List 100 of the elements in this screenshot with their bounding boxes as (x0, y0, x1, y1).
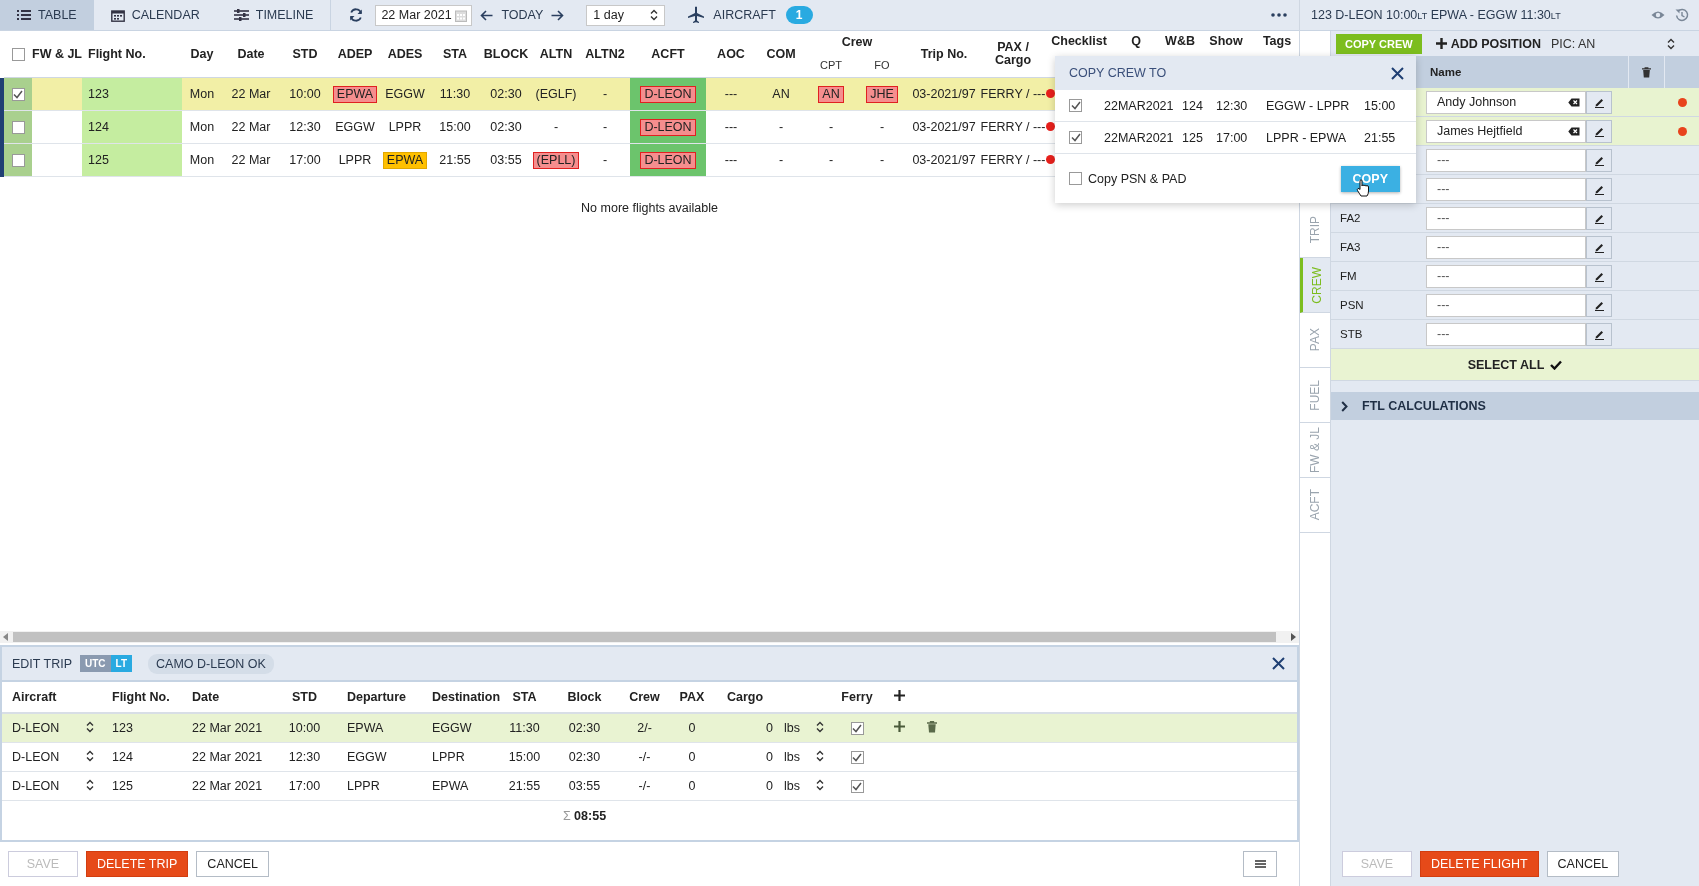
chevron-up-down-icon (650, 9, 659, 21)
flight-number: 125 (1182, 130, 1204, 145)
view-tab[interactable]: TIMELINE (216, 0, 331, 30)
close-icon[interactable] (1391, 66, 1404, 80)
column-header: Crew (629, 690, 660, 704)
crew-row[interactable]: STB --- (1331, 320, 1699, 349)
checkbox[interactable] (11, 154, 25, 168)
range-select[interactable]: 1 day (586, 4, 666, 26)
table-cell: 17:00 (272, 771, 337, 801)
edit-button[interactable] (1586, 148, 1612, 172)
table-cell: Mon (182, 110, 222, 144)
trash-icon[interactable] (927, 720, 937, 733)
chevron-up-down-icon[interactable] (85, 749, 94, 762)
name-field[interactable]: --- (1426, 235, 1586, 259)
edit-button[interactable] (1586, 322, 1612, 346)
checkbox[interactable] (1069, 172, 1082, 185)
scroll-left-icon[interactable] (3, 633, 9, 641)
scrollbar[interactable] (0, 631, 1299, 643)
position-label: FM (1340, 270, 1357, 282)
view-tab[interactable]: CALENDAR (93, 0, 217, 30)
name-field[interactable]: Andy Johnson (1426, 90, 1586, 114)
edit-button[interactable] (1586, 235, 1612, 259)
delete-button[interactable]: DELETE FLIGHT (1420, 851, 1539, 877)
table-cell: 12:30 (280, 110, 330, 144)
checkbox[interactable] (11, 88, 25, 102)
column-header: Date (237, 46, 265, 61)
action-button[interactable]: CANCEL (196, 851, 270, 877)
table-cell: FERRY / --- (980, 143, 1046, 177)
edit-button[interactable] (1586, 206, 1612, 230)
name-field[interactable]: --- (1426, 264, 1586, 288)
checkbox[interactable] (11, 47, 25, 61)
column-header: FO (874, 59, 890, 71)
add-position-button[interactable]: ADD POSITION (1435, 36, 1541, 51)
edit-button[interactable] (1586, 119, 1612, 143)
column-header: Cargo (727, 690, 764, 704)
edit-button[interactable] (1586, 90, 1612, 114)
check-icon (852, 724, 862, 734)
trash-icon[interactable] (1642, 66, 1651, 78)
delete-button[interactable]: DELETE TRIP (86, 851, 189, 877)
table-cell: 0 (717, 713, 777, 743)
table-cell: - (756, 143, 806, 177)
action-button[interactable]: CANCEL (1546, 851, 1620, 877)
chevron-up-down-icon[interactable] (85, 720, 94, 733)
table-cell: 12:30 (272, 742, 337, 772)
name-field[interactable]: --- (1426, 177, 1586, 201)
chevron-up-down-icon[interactable] (815, 720, 824, 733)
backspace-icon[interactable] (1568, 126, 1580, 136)
crew-row[interactable]: FM --- (1331, 262, 1699, 291)
plus-icon[interactable] (894, 721, 905, 732)
name-field[interactable]: --- (1426, 206, 1586, 230)
name-field[interactable]: --- (1426, 293, 1586, 317)
name-field[interactable]: --- (1426, 148, 1586, 172)
checkbox[interactable] (850, 751, 864, 765)
plus-icon[interactable] (894, 690, 905, 701)
select-all-button[interactable]: SELECT ALL (1331, 349, 1699, 381)
crew-row[interactable]: FA3 --- (1331, 233, 1699, 262)
table-cell: 123 (102, 713, 182, 743)
edit-button[interactable] (1586, 177, 1612, 201)
column-header: STD (292, 46, 318, 61)
refresh-icon[interactable] (349, 8, 364, 22)
total-label: Σ 08:55 (562, 809, 607, 823)
crew-row[interactable]: PSN --- (1331, 291, 1699, 320)
column-header: ACFT (651, 46, 685, 61)
chevron-up-down-icon[interactable] (1667, 37, 1676, 50)
ftl-calculations-header[interactable]: FTL CALCULATIONS (1331, 392, 1699, 420)
chevron-up-down-icon[interactable] (815, 749, 824, 762)
edit-button[interactable] (1586, 264, 1612, 288)
table-cell: EGGW (337, 742, 422, 772)
checkbox[interactable] (1069, 131, 1082, 144)
close-icon[interactable] (1272, 657, 1285, 670)
checkbox[interactable] (850, 780, 864, 794)
date-field[interactable]: 22 Mar 2021 (375, 4, 473, 26)
today-button[interactable]: TODAY (501, 8, 544, 22)
more-icon[interactable] (1271, 13, 1287, 17)
checkbox[interactable] (11, 121, 25, 135)
menu-button[interactable] (1243, 851, 1277, 877)
arrow-right-icon[interactable] (551, 9, 565, 21)
name-field[interactable]: --- (1426, 322, 1586, 346)
scroll-right-icon[interactable] (1290, 633, 1296, 641)
history-icon[interactable] (1675, 8, 1689, 22)
crew-row[interactable]: FA2 --- (1331, 204, 1699, 233)
checkbox[interactable] (850, 722, 864, 736)
pencil-icon (1593, 299, 1605, 311)
backspace-icon[interactable] (1568, 97, 1580, 107)
eye-icon[interactable] (1651, 10, 1665, 20)
column-header: Tags (1262, 34, 1292, 48)
flag-tag: D-LEON (640, 118, 696, 136)
chevron-up-down-icon[interactable] (85, 778, 94, 791)
column-header: BLOCK (483, 46, 529, 61)
aircraft-filter-button[interactable]: AIRCRAFT (713, 8, 776, 22)
column-header: ADES (387, 46, 423, 61)
table-cell: 0 (717, 742, 777, 772)
checkbox[interactable] (1069, 99, 1082, 112)
chevron-up-down-icon[interactable] (815, 778, 824, 791)
column-header: CPT (820, 59, 842, 71)
view-tab[interactable]: TABLE (0, 0, 94, 30)
name-field[interactable]: James Hejtfield (1426, 119, 1586, 143)
column-header: W&B (1165, 34, 1195, 48)
edit-button[interactable] (1586, 293, 1612, 317)
arrow-left-icon[interactable] (480, 9, 494, 21)
